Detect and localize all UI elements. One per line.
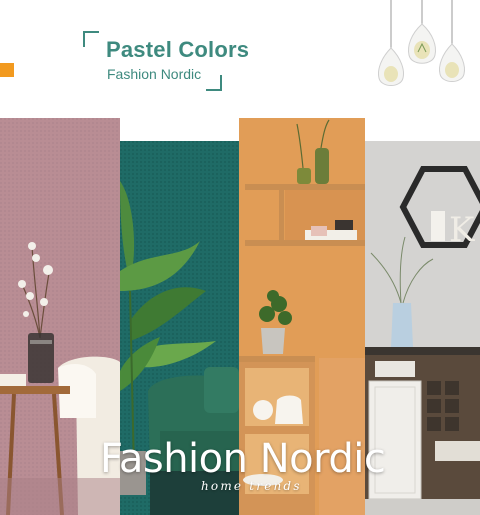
page-title: Pastel Colors: [106, 37, 250, 62]
page-subtitle: Fashion Nordic: [107, 66, 202, 82]
svg-text:K: K: [449, 210, 475, 250]
corner-bracket-top-left: [83, 31, 99, 47]
pendant-lamps: [374, 0, 480, 100]
pendant-lamp-icon: [439, 43, 465, 82]
banner-brand: Fashion Nordic: [100, 436, 386, 482]
corner-bracket-bottom-right: [206, 75, 222, 91]
pendant-lamp-icon: [378, 47, 404, 86]
accent-bar: [0, 63, 14, 77]
pendant-lamp-icon: [408, 23, 436, 64]
banner-tagline: home trends: [201, 479, 302, 493]
